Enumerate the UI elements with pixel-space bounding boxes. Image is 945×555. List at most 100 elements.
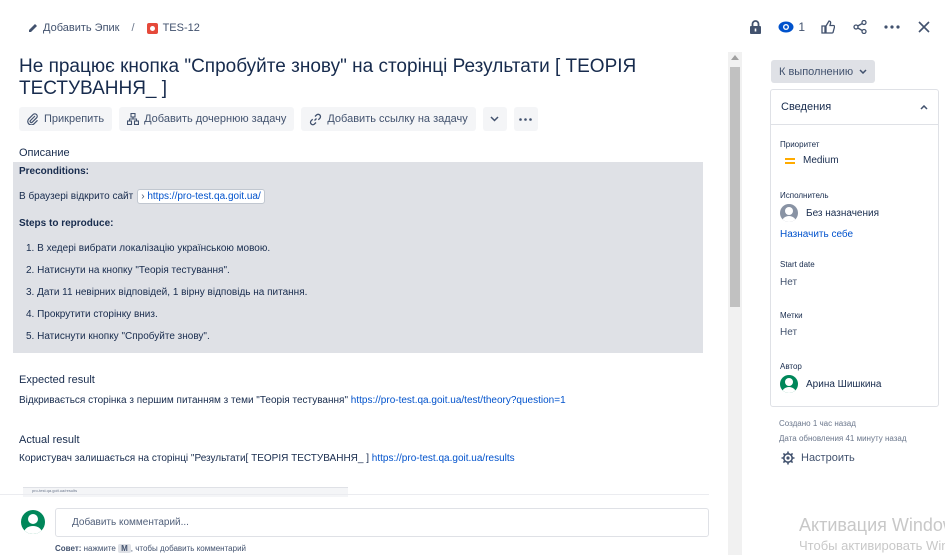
priority-field[interactable]: Medium bbox=[785, 155, 839, 166]
add-child-button[interactable]: Добавить дочернюю задачу bbox=[119, 107, 295, 131]
priority-label: Приоритет bbox=[780, 140, 820, 149]
paperclip-icon bbox=[27, 113, 38, 125]
comment-input[interactable]: Добавить комментарий... bbox=[55, 508, 709, 537]
avatar bbox=[780, 204, 798, 222]
comment-hint: Совет: нажмите M, чтобы добавить коммент… bbox=[55, 544, 246, 553]
precondition-smart-link[interactable]: › https://pro-test.qa.goit.ua/ bbox=[137, 189, 265, 204]
start-date-label: Start date bbox=[780, 260, 815, 269]
assignee-field[interactable]: Без назначения bbox=[780, 204, 879, 222]
breadcrumb-separator: / bbox=[131, 22, 135, 34]
actual-result-link[interactable]: https://pro-test.qa.goit.ua/results bbox=[372, 453, 515, 464]
actual-result-description: Користувач залишається на сторінці "Резу… bbox=[19, 453, 370, 464]
issue-actions: 1 bbox=[746, 18, 933, 36]
more-icon bbox=[519, 117, 533, 121]
scrollbar[interactable] bbox=[728, 52, 742, 555]
details-title: Сведения bbox=[781, 101, 832, 113]
expected-result-label: Expected result bbox=[19, 374, 95, 386]
watermark-line-2: Чтобы активировать Windows bbox=[799, 538, 945, 553]
configure-button[interactable]: Настроить bbox=[781, 451, 855, 465]
expected-result-link[interactable]: https://pro-test.qa.goit.ua/test/theory?… bbox=[351, 395, 566, 406]
comment-placeholder: Добавить комментарий... bbox=[72, 517, 189, 528]
attach-label: Прикрепить bbox=[44, 113, 105, 125]
issue-key-label: TES-12 bbox=[162, 22, 200, 34]
actual-result-label: Actual result bbox=[19, 434, 80, 446]
attach-button[interactable]: Прикрепить bbox=[19, 107, 113, 131]
expected-result-description: Відкривається сторінка з першим питанням… bbox=[19, 395, 348, 406]
toolbar-more-button[interactable] bbox=[513, 107, 538, 131]
hint-key: M bbox=[118, 544, 131, 553]
hint-suffix: , чтобы добавить комментарий bbox=[130, 544, 247, 553]
labels-value[interactable]: Нет bbox=[780, 327, 797, 338]
assignee-label: Исполнитель bbox=[780, 191, 829, 200]
windows-activation-watermark: Активация Windows Чтобы активировать Win… bbox=[799, 515, 945, 553]
assign-to-me-link[interactable]: Назначить себе bbox=[780, 229, 853, 240]
eye-icon bbox=[778, 21, 794, 33]
description-body[interactable]: Preconditions: В браузері відкрито сайт … bbox=[13, 162, 703, 353]
configure-label: Настроить bbox=[801, 452, 855, 464]
issue-toolbar: Прикрепить Добавить дочернюю задачу Доба… bbox=[19, 107, 538, 131]
hierarchy-icon bbox=[127, 113, 140, 125]
chevron-up-icon bbox=[920, 104, 928, 110]
gear-icon bbox=[781, 451, 795, 465]
steps-list: 1. В хедері вибрати локалізацію українсь… bbox=[19, 243, 697, 353]
precondition-link: https://pro-test.qa.goit.ua/ bbox=[147, 191, 261, 202]
priority-medium-icon bbox=[785, 157, 795, 164]
preconditions-heading: Preconditions: bbox=[19, 166, 90, 177]
add-epic-label: Добавить Эпик bbox=[43, 22, 120, 34]
status-button[interactable]: К выполнению bbox=[771, 60, 876, 83]
link-issue-button[interactable]: Добавить ссылку на задачу bbox=[301, 107, 476, 131]
avatar bbox=[780, 375, 798, 393]
details-header[interactable]: Сведения bbox=[771, 90, 938, 125]
expected-result-text: Відкривається сторінка з першим питанням… bbox=[19, 395, 566, 406]
list-item: 3. Дати 11 невірних відповідей, 1 вірну … bbox=[26, 287, 308, 298]
hint-prefix: Совет: bbox=[55, 544, 82, 553]
assignee-value: Без назначения bbox=[806, 207, 879, 219]
precondition-line: В браузері відкрито сайт › https://pro-t… bbox=[19, 189, 697, 204]
steps-heading: Steps to reproduce: bbox=[19, 218, 114, 229]
chevron-down-icon bbox=[490, 116, 499, 122]
details-panel: Сведения Приоритет Medium Исполнитель Бе… bbox=[770, 89, 939, 407]
start-date-value[interactable]: Нет bbox=[780, 277, 797, 288]
priority-value: Medium bbox=[803, 155, 839, 166]
description-label: Описание bbox=[19, 147, 70, 159]
link-issue-dropdown[interactable] bbox=[482, 107, 507, 131]
author-label: Автор bbox=[780, 362, 802, 371]
hint-middle: нажмите bbox=[83, 544, 116, 553]
lock-icon[interactable] bbox=[746, 18, 764, 36]
avatar bbox=[21, 510, 45, 534]
list-item: 5. Натиснути кнопку "Спробуйте знову". bbox=[26, 331, 210, 342]
watchers-count: 1 bbox=[798, 20, 805, 34]
author-field[interactable]: Арина Шишкина bbox=[780, 375, 882, 393]
watch-button[interactable]: 1 bbox=[778, 20, 805, 34]
attachment-thumbnail[interactable]: pro-test.qa.goit.ua/results bbox=[23, 487, 348, 497]
updated-timestamp: Дата обновления 41 минуту назад bbox=[779, 434, 907, 443]
watermark-line-1: Активация Windows bbox=[799, 515, 945, 535]
author-value: Арина Шишкина bbox=[806, 378, 882, 390]
bug-type-icon bbox=[146, 22, 158, 34]
list-item: 4. Прокрутити сторінку вниз. bbox=[26, 309, 158, 320]
more-actions-icon[interactable] bbox=[883, 18, 901, 36]
created-timestamp: Создано 1 час назад bbox=[779, 419, 856, 428]
scroll-up-icon[interactable] bbox=[728, 55, 742, 63]
like-icon[interactable] bbox=[819, 18, 837, 36]
add-child-label: Добавить дочернюю задачу bbox=[144, 113, 287, 125]
issue-title[interactable]: Не працює кнопка "Спробуйте знову" на ст… bbox=[19, 56, 709, 100]
chevron-down-icon bbox=[859, 69, 867, 74]
comment-divider bbox=[0, 494, 709, 495]
link-icon bbox=[310, 113, 322, 125]
actual-result-text: Користувач залишається на сторінці "Резу… bbox=[19, 453, 515, 464]
add-epic-link[interactable]: Добавить Эпик bbox=[28, 22, 120, 34]
breadcrumb: Добавить Эпик / TES-12 bbox=[28, 22, 200, 34]
share-icon[interactable] bbox=[851, 18, 869, 36]
status-label: К выполнению bbox=[779, 65, 854, 78]
attachment-caption: pro-test.qa.goit.ua/results bbox=[32, 488, 78, 493]
link-issue-label: Добавить ссылку на задачу bbox=[327, 113, 468, 125]
issue-key-link[interactable]: TES-12 bbox=[146, 22, 200, 34]
list-item: 2. Натиснути на кнопку "Теорія тестуванн… bbox=[26, 265, 230, 276]
labels-label: Метки bbox=[780, 311, 803, 320]
scrollbar-thumb[interactable] bbox=[730, 67, 740, 307]
precondition-text: В браузері відкрито сайт bbox=[19, 191, 134, 202]
pencil-icon bbox=[29, 24, 37, 32]
list-item: 1. В хедері вибрати локалізацію українсь… bbox=[26, 243, 271, 254]
close-icon[interactable] bbox=[915, 18, 933, 36]
